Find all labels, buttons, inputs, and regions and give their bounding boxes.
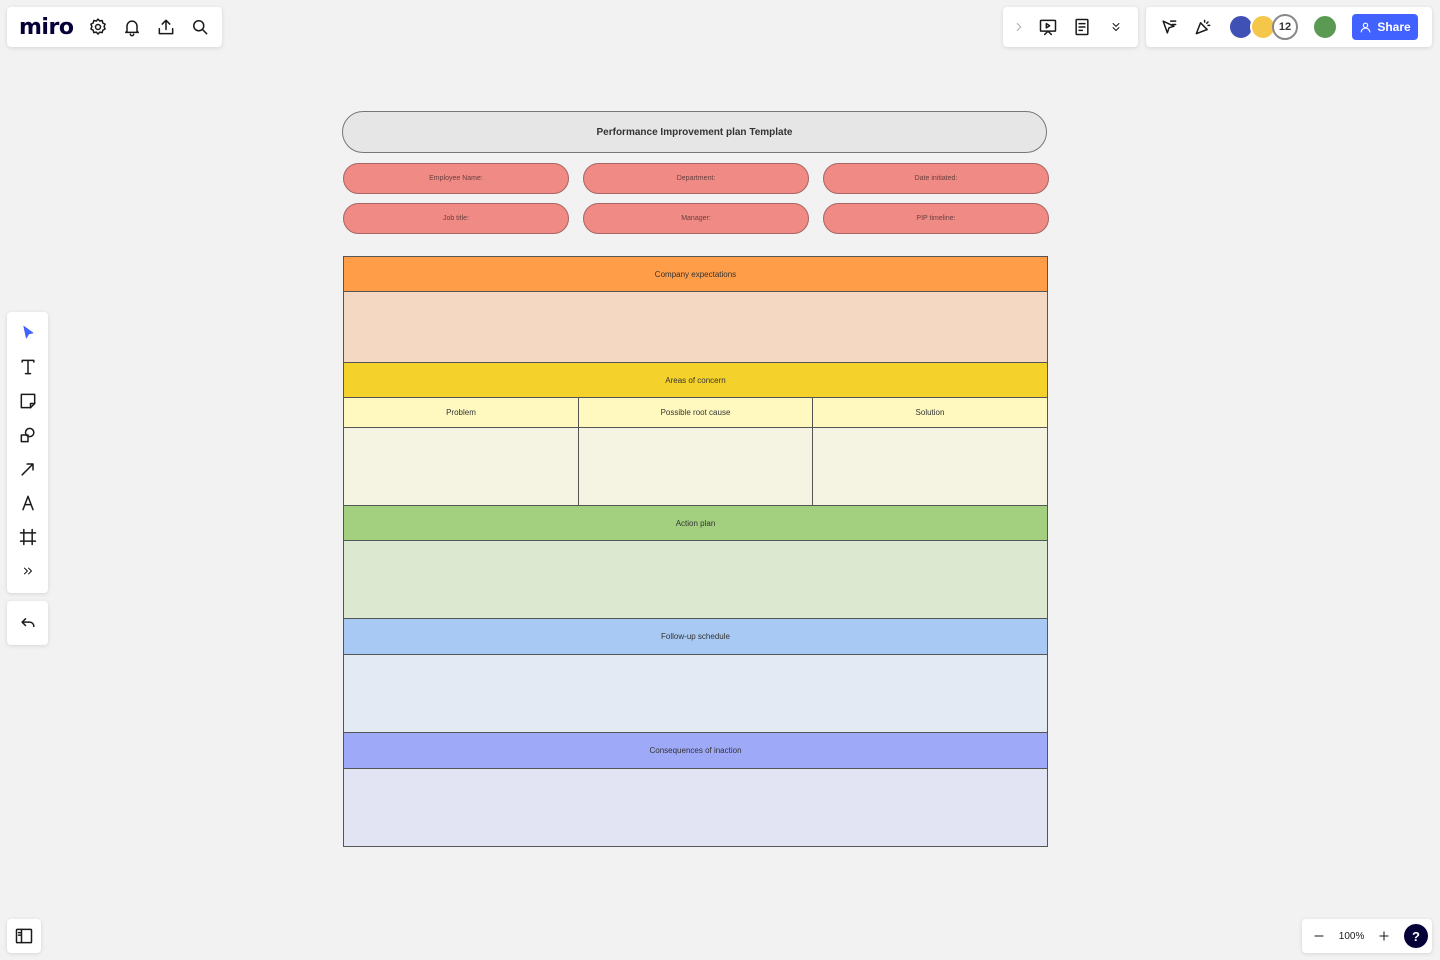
undo-bar — [7, 601, 48, 645]
consequences-header[interactable]: Consequences of inaction — [344, 733, 1047, 769]
share-label: Share — [1377, 20, 1411, 34]
presentation-icon[interactable] — [1031, 10, 1065, 44]
tools-toolbar — [7, 312, 48, 593]
main-menu-bar: miro — [7, 7, 222, 47]
sticky-note-icon[interactable] — [7, 384, 48, 418]
select-tool-icon[interactable] — [7, 316, 48, 350]
job-title-field[interactable]: Job title: — [343, 203, 569, 234]
bell-icon[interactable] — [115, 10, 149, 44]
pip-template-table: Company expectations Areas of concern Pr… — [343, 256, 1048, 847]
collaborator-count[interactable]: 12 — [1272, 14, 1298, 40]
presentation-bar — [1003, 7, 1138, 47]
date-initiated-field[interactable]: Date initiated: — [823, 163, 1049, 194]
help-button[interactable]: ? — [1403, 924, 1428, 948]
settings-icon[interactable] — [81, 10, 115, 44]
frame-icon[interactable] — [7, 520, 48, 554]
celebrate-icon[interactable] — [1186, 10, 1220, 44]
search-icon[interactable] — [183, 10, 217, 44]
text-tool-icon[interactable] — [7, 350, 48, 384]
root-cause-header[interactable]: Possible root cause — [579, 398, 813, 428]
consequences-body[interactable] — [344, 769, 1047, 846]
zoom-in-icon[interactable] — [1371, 919, 1397, 953]
miro-logo[interactable]: miro — [19, 15, 74, 40]
action-plan-header[interactable]: Action plan — [344, 506, 1047, 541]
notes-icon[interactable] — [1065, 10, 1099, 44]
template-title[interactable]: Performance Improvement plan Template — [342, 111, 1047, 153]
chevron-right-icon[interactable] — [1007, 10, 1031, 44]
company-expectations-header[interactable]: Company expectations — [344, 257, 1047, 292]
action-plan-body[interactable] — [344, 541, 1047, 619]
upload-icon[interactable] — [149, 10, 183, 44]
double-chevron-down-icon[interactable] — [1099, 10, 1133, 44]
department-field[interactable]: Department: — [583, 163, 809, 194]
areas-of-concern-header[interactable]: Areas of concern — [344, 363, 1047, 398]
collaboration-bar: 12 Share — [1146, 7, 1432, 47]
shapes-icon[interactable] — [7, 418, 48, 452]
board-panel-toggle — [7, 919, 41, 953]
undo-icon[interactable] — [11, 606, 45, 640]
cursor-follow-icon[interactable] — [1152, 10, 1186, 44]
zoom-controls: 100% ? — [1302, 919, 1432, 953]
sidebar-toggle-icon[interactable] — [7, 919, 41, 953]
zoom-level[interactable]: 100% — [1339, 931, 1365, 942]
problem-header[interactable]: Problem — [344, 398, 579, 428]
root-cause-cell[interactable] — [579, 428, 813, 506]
company-expectations-body[interactable] — [344, 292, 1047, 363]
pip-timeline-field[interactable]: PIP timeline: — [823, 203, 1049, 234]
follow-up-header[interactable]: Follow-up schedule — [344, 619, 1047, 655]
share-button[interactable]: Share — [1352, 14, 1418, 40]
current-user-avatar[interactable] — [1312, 14, 1338, 40]
employee-name-field[interactable]: Employee Name: — [343, 163, 569, 194]
follow-up-body[interactable] — [344, 655, 1047, 733]
problem-cell[interactable] — [344, 428, 579, 506]
more-tools-icon[interactable] — [7, 554, 48, 588]
manager-field[interactable]: Manager: — [583, 203, 809, 234]
pen-icon[interactable] — [7, 486, 48, 520]
connection-line-icon[interactable] — [7, 452, 48, 486]
zoom-out-icon[interactable] — [1306, 919, 1332, 953]
user-icon — [1360, 22, 1371, 32]
solution-cell[interactable] — [813, 428, 1047, 506]
solution-header[interactable]: Solution — [813, 398, 1047, 428]
